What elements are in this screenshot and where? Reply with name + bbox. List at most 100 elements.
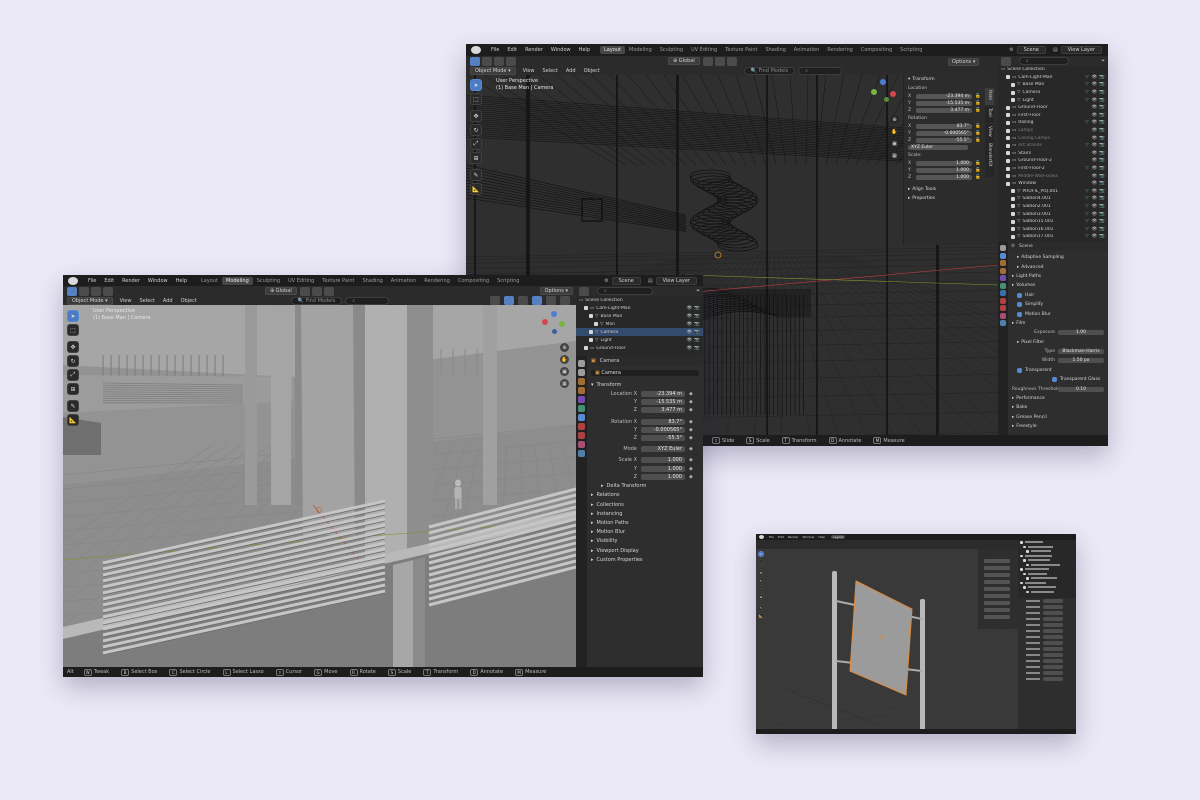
- outliner-item[interactable]: ▭ Ground-Floor 👁 📷: [998, 104, 1108, 112]
- render-camera-icon[interactable]: 📷: [1099, 90, 1105, 95]
- render-camera-icon[interactable]: 📷: [1099, 120, 1105, 125]
- select-box-icon[interactable]: ⬚: [470, 93, 482, 105]
- render-camera-icon[interactable]: 📷: [1099, 227, 1105, 232]
- location-x-field[interactable]: -23.394 m: [916, 94, 972, 99]
- prop-section-bake[interactable]: ▸ Bake: [1012, 403, 1104, 412]
- gizmo-x-icon[interactable]: [890, 91, 896, 97]
- visibility-eye-icon[interactable]: 👁: [1092, 120, 1098, 125]
- n-panel-field[interactable]: [984, 566, 1010, 570]
- outliner-item[interactable]: ▭ Art Stands ▽ 👁 📷: [998, 142, 1108, 150]
- workspace-tab-modeling[interactable]: Modeling: [625, 46, 656, 54]
- menu-help[interactable]: Help: [172, 278, 191, 284]
- property-field[interactable]: [1043, 629, 1063, 633]
- prop-section-viewport-display[interactable]: ▸ Viewport Display: [591, 546, 699, 555]
- scene-collection-row[interactable]: ▭ Scene Collection: [576, 296, 703, 304]
- cursor-select-icon[interactable]: ➤: [758, 551, 764, 557]
- tool-tab-icon[interactable]: [578, 360, 585, 367]
- filter-icon[interactable]: ⏷: [696, 288, 700, 294]
- visibility-eye-icon[interactable]: 👁: [1092, 151, 1098, 156]
- menu-edit[interactable]: Edit: [100, 278, 118, 284]
- exclude-checkbox[interactable]: [594, 322, 598, 326]
- scale-icon[interactable]: ⤢: [470, 138, 482, 150]
- outliner-item[interactable]: ▭ Stairs 👁 📷: [998, 150, 1108, 158]
- outliner-item[interactable]: ▭ Ceiling Lamps 👁 📷: [998, 134, 1108, 142]
- exclude-checkbox[interactable]: [1020, 554, 1023, 557]
- render-camera-icon[interactable]: 📷: [1099, 234, 1105, 239]
- exclude-checkbox[interactable]: [1006, 128, 1010, 133]
- visibility-eye-icon[interactable]: 👁: [1092, 196, 1098, 201]
- keyframe-icon[interactable]: ◆: [689, 391, 693, 397]
- render-camera-icon[interactable]: 📷: [1099, 113, 1105, 118]
- scene-name-field[interactable]: Scene: [1016, 46, 1046, 54]
- lock-icon[interactable]: 🔓: [975, 168, 981, 173]
- blender-logo-icon[interactable]: [759, 535, 764, 539]
- keyframe-icon[interactable]: ◆: [689, 474, 693, 480]
- property-field[interactable]: [1043, 635, 1063, 639]
- field-value[interactable]: 83.7°: [641, 418, 685, 425]
- prop-section-collections[interactable]: ▸ Collections: [591, 500, 699, 509]
- lock-icon[interactable]: 🔓: [975, 124, 981, 129]
- rotation-mode-field[interactable]: XYZ Euler: [908, 145, 968, 150]
- n-panel-section-align-tools[interactable]: ▸ Align Tools: [904, 185, 998, 194]
- modifier-tab-icon[interactable]: [1000, 297, 1006, 304]
- n-panel-field[interactable]: [984, 601, 1010, 605]
- exclude-checkbox[interactable]: [1011, 196, 1015, 201]
- n-panel-section-properties[interactable]: ▸ Properties: [904, 194, 998, 203]
- render-camera-icon[interactable]: 📷: [1099, 151, 1105, 156]
- keyframe-icon[interactable]: ◆: [689, 427, 693, 433]
- visibility-eye-icon[interactable]: 👁: [1092, 212, 1098, 217]
- view-layer-tab-icon[interactable]: [578, 387, 585, 394]
- gizmo-y-icon[interactable]: [871, 89, 877, 95]
- outliner-item[interactable]: ▽ Sablon15.001 ▽ 👁 📷: [998, 218, 1108, 226]
- property-field[interactable]: [1043, 617, 1063, 621]
- mode-dropdown[interactable]: Object Mode ▾: [470, 66, 516, 75]
- render-camera-icon[interactable]: 📷: [1099, 189, 1105, 194]
- physics-tab-icon[interactable]: [1000, 312, 1006, 319]
- wireframe-shading-icon[interactable]: [518, 296, 528, 305]
- exclude-checkbox[interactable]: [1020, 568, 1023, 571]
- property-field[interactable]: [1043, 641, 1063, 645]
- lock-icon[interactable]: 🔓: [975, 138, 981, 143]
- outliner-item[interactable]: ▭ Window 👁 📷: [998, 180, 1108, 188]
- property-field[interactable]: [1043, 599, 1063, 603]
- property-field[interactable]: [1043, 665, 1063, 669]
- select-box-icon[interactable]: ⬚: [67, 324, 79, 336]
- render-camera-icon[interactable]: 📷: [1099, 75, 1105, 80]
- render-camera-icon[interactable]: 📷: [694, 314, 700, 319]
- n-panel-tab-item[interactable]: Item: [985, 88, 994, 105]
- render-camera-icon[interactable]: 📷: [1099, 136, 1105, 141]
- keyframe-icon[interactable]: ◆: [689, 457, 693, 463]
- visibility-eye-icon[interactable]: 👁: [1092, 98, 1098, 103]
- workspace-tab-animation[interactable]: Animation: [790, 46, 824, 54]
- field-value[interactable]: 1.000: [641, 457, 685, 464]
- field-value[interactable]: 1.50 px: [1058, 358, 1104, 364]
- solid-shading-icon[interactable]: [532, 296, 542, 305]
- property-field[interactable]: [1043, 623, 1063, 627]
- camera-view-icon[interactable]: ▣: [890, 139, 899, 148]
- prop-checkbox-hair[interactable]: Hair: [1017, 291, 1104, 300]
- exclude-checkbox[interactable]: [1020, 541, 1023, 544]
- viewport-menu-select[interactable]: Select: [135, 298, 158, 304]
- exclude-checkbox[interactable]: [1011, 90, 1015, 95]
- field-value[interactable]: -23.394 m: [641, 391, 685, 398]
- workspace-tab-rendering[interactable]: Rendering: [823, 46, 857, 54]
- menu-help[interactable]: Help: [575, 47, 594, 53]
- outliner-item[interactable]: ▽ Sablon4.001 ▽ 👁 📷: [998, 195, 1108, 203]
- exclude-checkbox[interactable]: [1011, 227, 1015, 232]
- measure-icon[interactable]: 📐: [67, 414, 79, 426]
- viewport-menu-object[interactable]: Object: [580, 68, 604, 74]
- exclude-checkbox[interactable]: [589, 338, 593, 342]
- checkbox-icon[interactable]: [1017, 311, 1022, 317]
- exclude-checkbox[interactable]: [1011, 219, 1015, 224]
- viewport-menu-object[interactable]: Object: [177, 298, 201, 304]
- render-camera-icon[interactable]: 📷: [1099, 204, 1105, 209]
- options-dropdown[interactable]: Options ▾: [539, 287, 573, 295]
- prop-checkbox-simplify[interactable]: Simplify: [1017, 300, 1104, 309]
- keyframe-icon[interactable]: ◆: [689, 399, 693, 405]
- transform-panel-header[interactable]: ▾ Transform: [904, 75, 998, 84]
- exclude-checkbox[interactable]: [1026, 550, 1029, 553]
- render-camera-icon[interactable]: 📷: [694, 346, 700, 351]
- lock-icon[interactable]: 🔓: [975, 131, 981, 136]
- render-camera-icon[interactable]: 📷: [1099, 98, 1105, 103]
- visibility-eye-icon[interactable]: 👁: [1092, 227, 1098, 232]
